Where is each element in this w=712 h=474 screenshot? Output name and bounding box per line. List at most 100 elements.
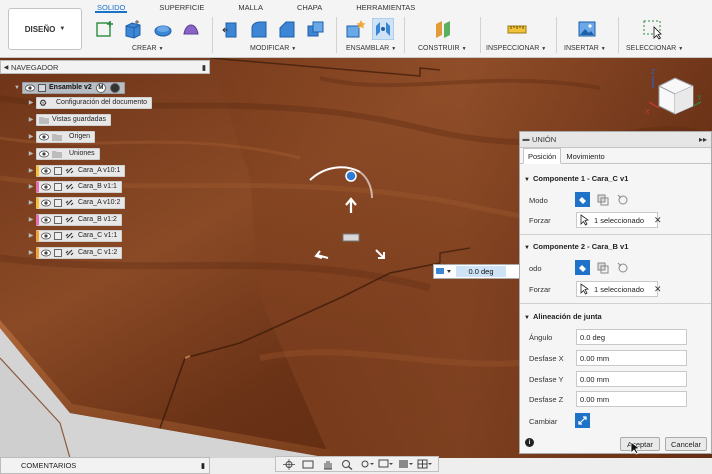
expand-arrow-icon[interactable]: ▶ <box>26 199 36 206</box>
revolve-icon[interactable] <box>152 18 174 40</box>
group-modificar[interactable]: MODIFICAR ▼ <box>250 45 296 52</box>
eye-icon[interactable] <box>41 232 51 240</box>
press-pull-icon[interactable] <box>220 18 242 40</box>
joint-dialog-header[interactable]: ▬ UNIÓN ▸▸ <box>520 132 711 148</box>
move-copy-icon[interactable] <box>304 18 326 40</box>
cancel-button[interactable]: Cancelar <box>665 437 707 451</box>
insert-image-icon[interactable] <box>576 18 598 40</box>
zoom-icon[interactable] <box>339 459 355 470</box>
eye-icon[interactable] <box>25 84 35 92</box>
look-at-icon[interactable] <box>300 459 316 470</box>
angle-input-overlay[interactable]: 0.0 deg <box>433 264 521 279</box>
info-icon[interactable]: i <box>525 438 534 447</box>
between-mode-icon[interactable] <box>595 192 610 207</box>
component-chip[interactable]: Cara_C v1:2 <box>36 246 123 259</box>
group-ensamblar[interactable]: ENSAMBLAR ▼ <box>346 45 396 52</box>
collapse-triangle-icon[interactable]: ▼ <box>524 315 530 321</box>
angle-input[interactable]: 0.0 deg <box>576 329 687 345</box>
navigator-item[interactable]: ▶ Vistas guardadas <box>26 113 111 126</box>
component2-selection[interactable]: 1 seleccionado <box>576 281 658 297</box>
expand-arrow-icon[interactable]: ▶ <box>26 150 36 157</box>
tab-motion[interactable]: Movimiento <box>561 148 609 164</box>
tab-chapa[interactable]: CHAPA <box>295 3 324 13</box>
hole-mode-icon[interactable] <box>615 192 630 207</box>
view-cube[interactable]: Z X Y <box>645 66 703 126</box>
navigator-item[interactable]: ▶ Origen <box>26 130 96 143</box>
joint-manipulator-gizmo[interactable] <box>300 158 400 268</box>
clear-selection-icon[interactable]: ✕ <box>654 215 662 226</box>
navigator-item[interactable]: ▶ Uniones <box>26 147 100 160</box>
pin-icon[interactable]: ▮ <box>201 461 205 470</box>
expand-arrow-icon[interactable]: ▶ <box>26 216 36 223</box>
pin-icon[interactable]: ▮ <box>199 63 209 72</box>
expand-arrow-icon[interactable]: ▶ <box>26 167 36 174</box>
navigator-component[interactable]: ▶ Cara_C v1:1 <box>26 229 123 242</box>
navigator-component[interactable]: ▶ Cara_A v10:2 <box>26 196 126 209</box>
tab-solido[interactable]: SOLIDO <box>95 3 128 13</box>
new-sketch-icon[interactable] <box>94 18 116 40</box>
radio-icon[interactable] <box>109 82 120 93</box>
new-component-icon[interactable] <box>344 18 366 40</box>
zoom-window-icon[interactable] <box>359 459 375 470</box>
eye-icon[interactable] <box>41 249 51 257</box>
chamfer-icon[interactable] <box>276 18 298 40</box>
create-form-icon[interactable] <box>180 18 202 40</box>
between-mode-icon[interactable] <box>595 260 610 275</box>
navigator-header[interactable]: ◀ NAVEGADOR ▮ <box>0 60 210 74</box>
tab-position[interactable]: Posición <box>523 148 562 164</box>
eye-icon[interactable] <box>39 133 49 141</box>
offset-plane-icon[interactable] <box>432 18 454 40</box>
angle-value-field[interactable]: 0.0 deg <box>456 266 506 277</box>
clear-selection-icon[interactable]: ✕ <box>654 284 662 295</box>
component-chip[interactable]: Cara_A v10:1 <box>36 164 126 177</box>
group-inspeccionar[interactable]: INSPECCIONAR ▼ <box>486 45 546 52</box>
component-chip[interactable]: Cara_A v10:2 <box>36 196 126 209</box>
group-crear[interactable]: CREAR ▼ <box>132 45 163 52</box>
eye-icon[interactable] <box>41 183 51 191</box>
offset-x-input[interactable]: 0.00 mm <box>576 350 687 366</box>
component-chip[interactable]: Cara_B v1:1 <box>36 180 122 193</box>
orbit-icon[interactable] <box>281 458 297 470</box>
grid-settings-icon[interactable] <box>398 459 414 470</box>
tab-herramientas[interactable]: HERRAMIENTAS <box>354 3 417 13</box>
navigator-component[interactable]: ▶ Cara_B v1:1 <box>26 180 122 193</box>
offset-y-input[interactable]: 0.00 mm <box>576 371 687 387</box>
component-chip[interactable]: Cara_B v1:2 <box>36 213 122 226</box>
extrude-icon[interactable] <box>122 18 144 40</box>
expand-arrow-icon[interactable]: ▶ <box>26 133 36 140</box>
expand-dialog-icon[interactable]: ▸▸ <box>695 135 711 144</box>
root-assembly[interactable]: Ensamble v2 M <box>22 81 125 94</box>
expand-arrow-icon[interactable]: ▼ <box>12 85 22 91</box>
tab-superficie[interactable]: SUPERFICIE <box>157 3 206 13</box>
navigator-component[interactable]: ▶ Cara_C v1:2 <box>26 246 123 259</box>
eye-icon[interactable] <box>41 216 51 224</box>
component2-section-header[interactable]: ▼ Componente 2 - Cara_B v1 <box>524 242 628 251</box>
group-seleccionar[interactable]: SELECCIONAR ▼ <box>626 45 683 52</box>
pan-hand-icon[interactable] <box>320 459 336 470</box>
alignment-section-header[interactable]: ▼ Alineación de junta <box>524 312 602 321</box>
component1-selection[interactable]: 1 seleccionado <box>576 212 658 228</box>
eye-icon[interactable] <box>41 199 51 207</box>
tab-malla[interactable]: MALLA <box>236 3 265 13</box>
navigator-component[interactable]: ▶ Cara_A v10:1 <box>26 164 126 177</box>
offset-z-input[interactable]: 0.00 mm <box>576 391 687 407</box>
fillet-icon[interactable] <box>248 18 270 40</box>
expand-arrow-icon[interactable]: ▶ <box>26 183 36 190</box>
joint-icon[interactable] <box>372 18 394 40</box>
navigator-item[interactable]: ▶ ⚙ Configuración del documento <box>26 96 153 109</box>
collapse-icon[interactable]: ▬ <box>520 136 532 143</box>
hole-mode-icon[interactable] <box>615 260 630 275</box>
document-settings-chip[interactable]: ⚙ Configuración del documento <box>36 96 153 109</box>
collapse-icon[interactable]: ◀ <box>1 64 11 71</box>
eye-icon[interactable] <box>41 167 51 175</box>
navigator-root-row[interactable]: ▼ Ensamble v2 M <box>12 81 125 94</box>
eye-icon[interactable] <box>39 150 49 158</box>
component1-section-header[interactable]: ▼ Componente 1 - Cara_C v1 <box>524 174 628 183</box>
navigator-component[interactable]: ▶ Cara_B v1:2 <box>26 213 122 226</box>
expand-arrow-icon[interactable]: ▶ <box>26 116 36 123</box>
workspace-switcher-button[interactable]: DISEÑO ▼ <box>8 8 82 50</box>
collapse-triangle-icon[interactable]: ▼ <box>524 245 530 251</box>
select-icon[interactable] <box>642 18 664 40</box>
measure-icon[interactable] <box>506 18 528 40</box>
origin-chip[interactable]: Origen <box>36 130 96 143</box>
